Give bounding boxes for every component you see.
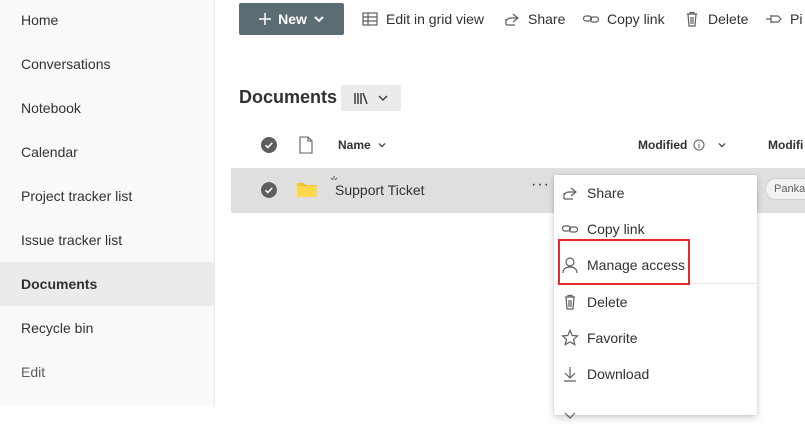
menu-item-partial[interactable] bbox=[554, 392, 757, 428]
more-actions-icon[interactable]: ··· bbox=[531, 176, 550, 194]
link-icon bbox=[582, 15, 600, 23]
menu-item-label: Favorite bbox=[587, 330, 638, 346]
menu-item-copy-link[interactable]: Copy link bbox=[554, 211, 757, 247]
share-button[interactable]: Share bbox=[503, 0, 565, 38]
sidebar-item-notebook[interactable]: Notebook bbox=[0, 86, 214, 130]
chevron-down-icon bbox=[314, 16, 324, 23]
sidebar-item-label: Notebook bbox=[21, 100, 81, 116]
pin-label: Pi bbox=[790, 11, 803, 27]
left-nav: Home Conversations Notebook Calendar Pro… bbox=[0, 0, 215, 406]
sidebar-item-label: Documents bbox=[21, 276, 98, 292]
grid-icon bbox=[362, 12, 378, 26]
sidebar-item-label: Recycle bin bbox=[21, 320, 94, 336]
person-icon bbox=[562, 257, 578, 274]
sidebar-item-label: Conversations bbox=[21, 56, 111, 72]
sidebar-item-label: Calendar bbox=[21, 144, 78, 160]
chevron-down-icon bbox=[378, 95, 388, 101]
edit-in-grid-view-button[interactable]: Edit in grid view bbox=[361, 0, 484, 38]
sidebar-item-calendar[interactable]: Calendar bbox=[0, 130, 214, 174]
select-all-checkbox[interactable] bbox=[261, 128, 277, 162]
sidebar-item-label: Issue tracker list bbox=[21, 232, 123, 248]
info-icon bbox=[693, 139, 705, 151]
name-column-header[interactable]: Name bbox=[338, 128, 387, 162]
menu-item-label: Copy link bbox=[587, 221, 645, 237]
sidebar-item-edit[interactable]: Edit bbox=[0, 350, 214, 394]
delete-label: Delete bbox=[708, 11, 749, 27]
modified-by-column-header[interactable]: Modifi bbox=[768, 128, 803, 162]
command-bar: New Edit in grid view Share Copy link De… bbox=[215, 0, 805, 40]
column-header-row: Name Modified Modifi bbox=[231, 128, 805, 162]
share-icon bbox=[563, 187, 577, 200]
sidebar-item-label: Edit bbox=[21, 364, 46, 380]
sidebar-item-home[interactable]: Home bbox=[0, 0, 214, 42]
new-button-label: New bbox=[278, 11, 307, 27]
file-type-column[interactable] bbox=[299, 128, 313, 162]
name-column-label: Name bbox=[338, 138, 371, 152]
trash-icon bbox=[565, 294, 575, 310]
sidebar-item-recycle-bin[interactable]: Recycle bin bbox=[0, 306, 214, 350]
menu-item-download[interactable]: Download bbox=[554, 356, 757, 392]
chevron-down-icon bbox=[718, 143, 726, 148]
menu-item-manage-access[interactable]: Manage access bbox=[554, 247, 757, 283]
chevron-down-icon bbox=[378, 143, 386, 148]
sidebar-item-documents[interactable]: Documents bbox=[0, 262, 214, 306]
pin-icon bbox=[766, 15, 782, 23]
sidebar-item-conversations[interactable]: Conversations bbox=[0, 42, 214, 86]
copy-link-label: Copy link bbox=[607, 11, 665, 27]
check-circle-icon[interactable] bbox=[261, 182, 277, 198]
modified-by-column-label: Modifi bbox=[768, 138, 804, 152]
copy-link-button[interactable]: Copy link bbox=[582, 0, 665, 38]
check-circle-icon bbox=[261, 137, 277, 153]
sidebar-item-label: Home bbox=[21, 12, 59, 28]
share-icon bbox=[505, 13, 519, 26]
download-icon bbox=[564, 367, 576, 382]
menu-item-label: Delete bbox=[587, 294, 628, 310]
new-button[interactable]: New bbox=[239, 3, 344, 35]
page-title: Documents bbox=[239, 87, 338, 107]
menu-item-share[interactable]: Share bbox=[554, 175, 757, 211]
star-icon bbox=[561, 329, 579, 346]
more-icon bbox=[564, 412, 576, 419]
delete-button[interactable]: Delete bbox=[683, 0, 748, 38]
library-icon bbox=[354, 92, 368, 105]
menu-item-favorite[interactable]: Favorite bbox=[554, 320, 757, 356]
share-label: Share bbox=[528, 11, 566, 27]
menu-item-label: Share bbox=[587, 185, 625, 201]
row-name-link[interactable]: Support Ticket bbox=[335, 182, 425, 198]
folder-icon bbox=[297, 183, 317, 197]
trash-icon bbox=[687, 11, 697, 27]
sidebar-item-label: Project tracker list bbox=[21, 188, 133, 204]
pin-button[interactable]: Pi bbox=[765, 0, 802, 38]
menu-item-label: Manage access bbox=[587, 257, 686, 273]
modified-column-header[interactable]: Modified bbox=[638, 128, 727, 162]
link-icon bbox=[561, 225, 579, 233]
modified-column-label: Modified bbox=[638, 138, 688, 152]
sidebar-item-issue-tracker-list[interactable]: Issue tracker list bbox=[0, 218, 214, 262]
document-icon bbox=[299, 136, 313, 154]
menu-item-delete[interactable]: Delete bbox=[554, 284, 757, 320]
edit-in-grid-view-label: Edit in grid view bbox=[386, 11, 485, 27]
context-menu: Share Copy link Manage access Delete Fav… bbox=[554, 175, 757, 419]
sidebar-item-project-tracker-list[interactable]: Project tracker list bbox=[0, 174, 214, 218]
view-switcher-button[interactable] bbox=[341, 85, 401, 111]
modified-by-chip[interactable]: Panka bbox=[765, 178, 805, 200]
menu-item-label: Download bbox=[587, 366, 650, 382]
plus-icon bbox=[259, 13, 272, 25]
